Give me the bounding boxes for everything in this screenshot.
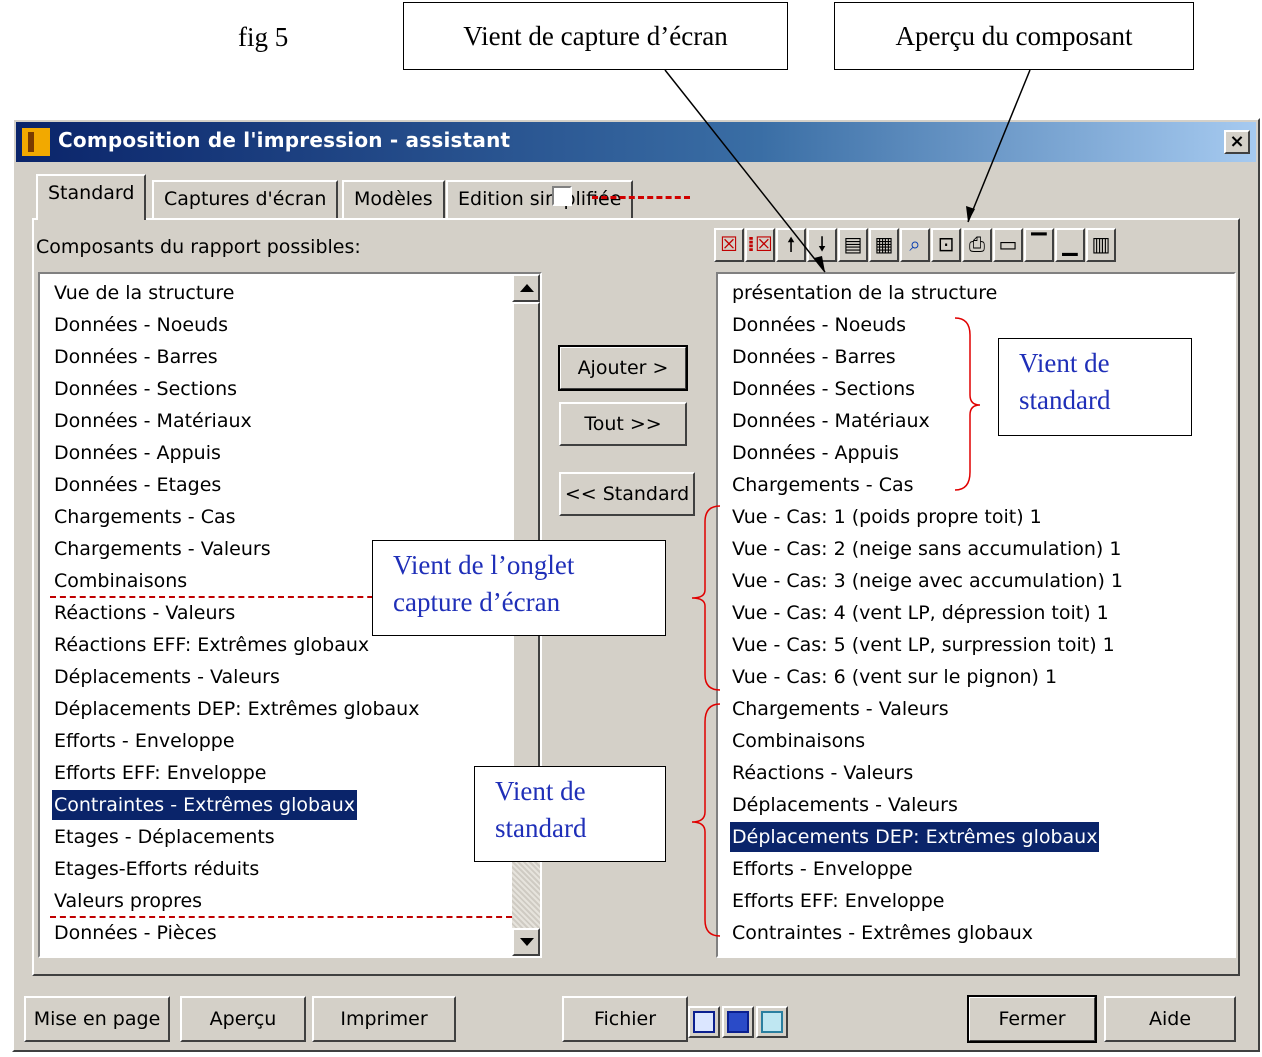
callout-arrowhead (814, 256, 825, 272)
brace-capture (691, 505, 721, 691)
tab-standard[interactable]: Standard (36, 174, 147, 220)
annotation-onglet: Vient de l’onglet capture d’écran (372, 540, 666, 636)
annotation-line: Vient de (495, 776, 586, 806)
annotation-line: Vient de l’onglet (393, 550, 575, 580)
annotation-line: standard (1019, 385, 1111, 415)
brace-standard-top (954, 317, 981, 491)
annotation-standard-top: Vient de standard (998, 338, 1192, 436)
callout-arrow (664, 69, 826, 273)
annotation-line: Vient de (1019, 348, 1110, 378)
callout-arrow (967, 69, 1031, 223)
annotation-standard-bottom: Vient de standard (474, 766, 666, 862)
annotation-line: capture d’écran (393, 587, 561, 617)
brace-standard-bottom (691, 703, 721, 937)
annotation-line: standard (495, 813, 587, 843)
annotation-overlay (664, 69, 1031, 937)
